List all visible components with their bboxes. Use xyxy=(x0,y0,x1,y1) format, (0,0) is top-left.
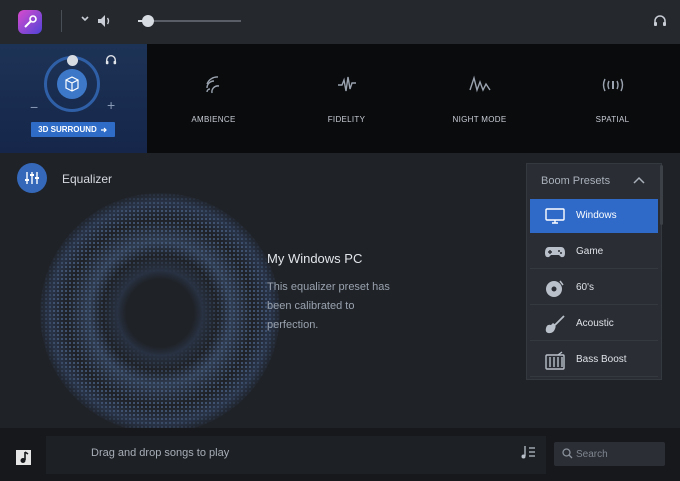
search-box[interactable] xyxy=(554,442,665,466)
3d-surround-button[interactable]: 3D SURROUND xyxy=(31,122,115,137)
speaker-icon[interactable] xyxy=(96,12,114,30)
preset-label: Bass Boost xyxy=(576,354,627,365)
increase-surround-button[interactable]: + xyxy=(107,97,115,113)
surround-panel: − + 3D SURROUND xyxy=(0,44,147,153)
preset-name: My Windows PC xyxy=(267,251,363,266)
presets-header[interactable]: Boom Presets xyxy=(541,175,610,187)
effect-spatial[interactable]: SPATIAL xyxy=(546,44,679,153)
preset-description: This equalizer preset has been calibrate… xyxy=(267,281,390,331)
guitar-icon xyxy=(545,315,565,334)
equalizer-icon[interactable] xyxy=(17,163,47,193)
bass-boost-icon xyxy=(545,351,565,370)
playlist-icon[interactable] xyxy=(520,445,536,461)
arrow-right-icon xyxy=(100,127,107,132)
effect-night-mode[interactable]: NIGHT MODE xyxy=(413,44,546,153)
effect-ambience[interactable]: AMBIENCE xyxy=(147,44,280,153)
effect-label: FIDELITY xyxy=(327,115,366,124)
surround-dial-knob[interactable] xyxy=(67,55,78,66)
chevron-up-icon[interactable] xyxy=(633,175,645,187)
volume-slider[interactable] xyxy=(138,15,241,27)
headphones-icon[interactable] xyxy=(653,14,667,28)
preset-windows[interactable]: Windows xyxy=(530,199,658,233)
equalizer-panel: Equalizer My Windows PC This equalizer p… xyxy=(0,153,680,428)
ambience-icon xyxy=(205,76,219,94)
3d-surround-label: 3D SURROUND xyxy=(38,125,97,134)
effects-panel: − + 3D SURROUND AMBIENCE FIDELITY NIGHT … xyxy=(0,44,680,153)
drop-text: Drag and drop songs to play xyxy=(91,447,230,459)
preset-bass-boost[interactable]: Bass Boost xyxy=(530,343,658,377)
equalizer-title: Equalizer xyxy=(62,172,113,186)
preset-label: Windows xyxy=(576,210,617,221)
effect-fidelity[interactable]: FIDELITY xyxy=(280,44,413,153)
preset-acoustic[interactable]: Acoustic xyxy=(530,307,658,341)
cube-icon xyxy=(57,69,87,99)
gamepad-icon xyxy=(545,247,565,258)
preset-60s[interactable]: 60's xyxy=(530,271,658,305)
preset-label: 60's xyxy=(576,282,595,293)
boom-logo-icon[interactable] xyxy=(18,10,42,34)
preset-label: Acoustic xyxy=(576,318,614,329)
effect-label: AMBIENCE xyxy=(191,115,236,124)
decrease-surround-button[interactable]: − xyxy=(30,99,38,115)
equalizer-visual-dots xyxy=(40,193,280,428)
divider xyxy=(61,10,62,32)
player-bar: Drag and drop songs to play xyxy=(0,428,680,481)
top-bar xyxy=(0,0,680,44)
night-mode-icon xyxy=(468,75,491,93)
volume-knob[interactable] xyxy=(142,15,155,27)
search-input[interactable] xyxy=(576,446,660,462)
monitor-icon xyxy=(545,208,565,224)
preset-label: Game xyxy=(576,246,604,257)
effect-label: NIGHT MODE xyxy=(452,115,507,124)
music-note-icon[interactable] xyxy=(16,450,31,465)
search-icon xyxy=(562,448,573,459)
spatial-icon xyxy=(602,78,623,92)
fidelity-icon xyxy=(337,76,356,92)
preset-game[interactable]: Game xyxy=(530,235,658,269)
boom-presets-dropdown: Boom Presets Windows Game 60's Acoustic … xyxy=(526,163,662,380)
chevron-down-icon[interactable] xyxy=(80,14,90,24)
presets-scrollbar[interactable] xyxy=(660,165,663,225)
vinyl-icon xyxy=(546,280,564,297)
headphones-icon xyxy=(105,55,117,65)
effect-label: SPATIAL xyxy=(595,115,630,124)
